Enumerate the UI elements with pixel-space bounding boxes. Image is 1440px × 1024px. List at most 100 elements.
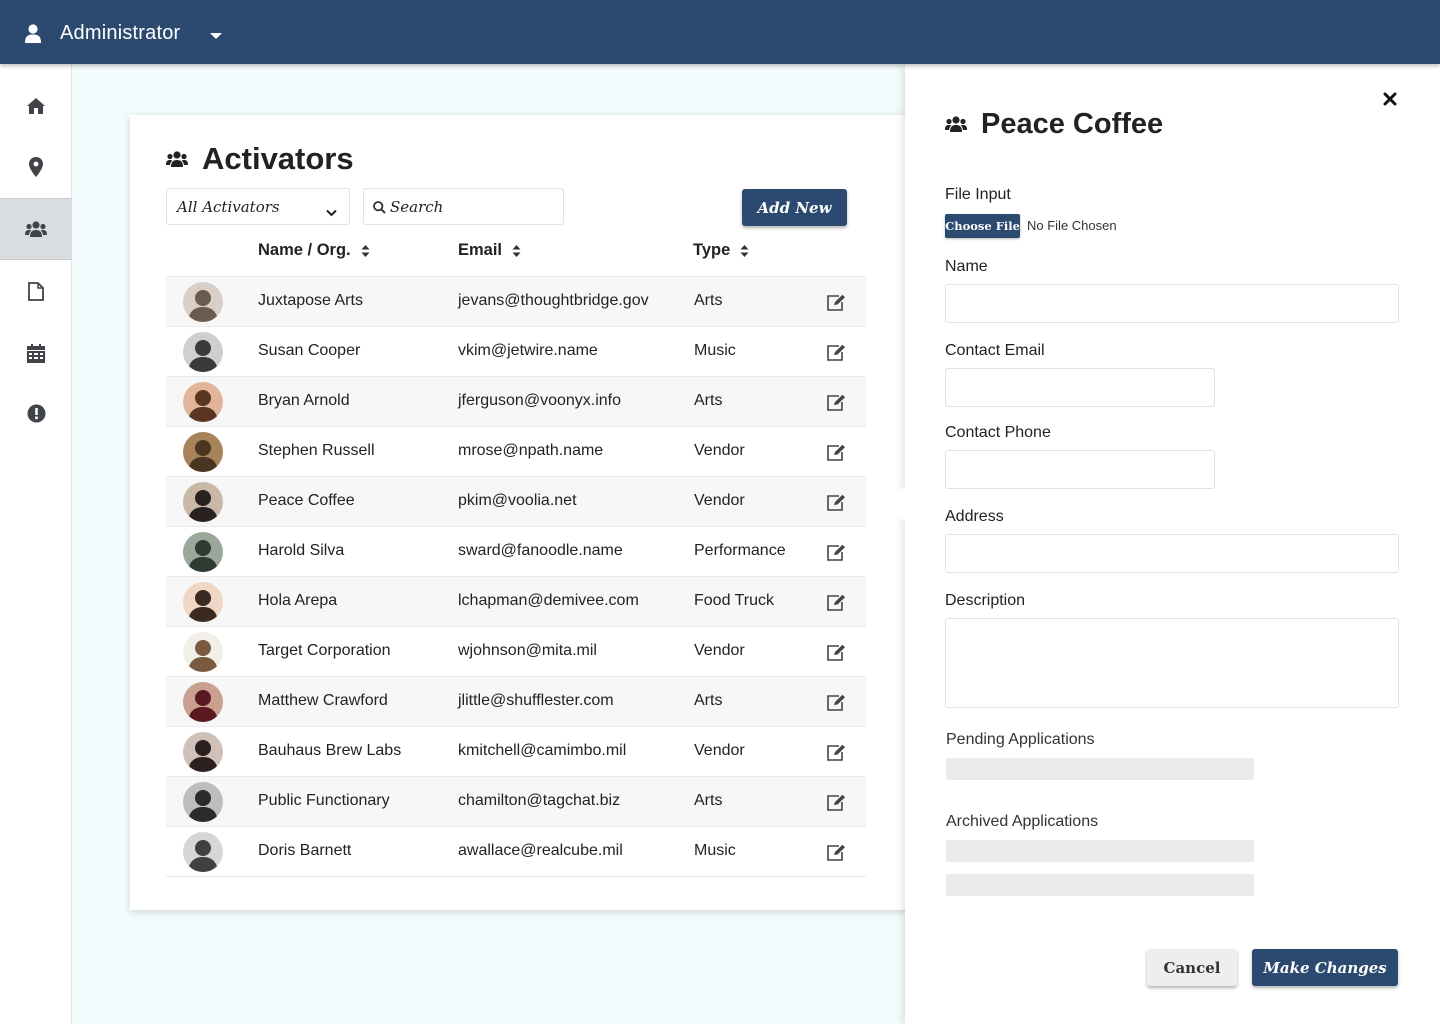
page-title-text: Activators: [202, 141, 354, 176]
address-field[interactable]: [945, 534, 1399, 573]
sidebar-item-alerts[interactable]: [0, 382, 72, 444]
page-title: Activators: [166, 141, 354, 177]
column-header-email[interactable]: Email: [458, 241, 521, 260]
activator-email: jlittle@shufflester.com: [458, 692, 614, 709]
pending-application-placeholder: [946, 758, 1254, 780]
activators-card: Activators All Activators Search Add New…: [130, 115, 930, 910]
table-row[interactable]: Juxtapose Arts jevans@thoughtbridge.gov Ar…: [166, 277, 866, 327]
close-icon[interactable]: [1383, 92, 1397, 111]
cancel-button[interactable]: Cancel: [1147, 949, 1237, 986]
activator-email: lchapman@demivee.com: [458, 592, 639, 609]
activator-email: mrose@npath.name: [458, 442, 604, 459]
file-status: No File Chosen: [1027, 218, 1117, 233]
avatar: [183, 532, 223, 572]
avatar: [183, 732, 223, 772]
table-row[interactable]: Doris Barnett awallace@realcube.mil Music: [166, 827, 866, 877]
search-input[interactable]: Search: [363, 188, 564, 225]
activator-email: sward@fanoodle.name: [458, 542, 623, 559]
table-row[interactable]: Hola Arepa lchapman@demivee.com Food Truck: [166, 577, 866, 627]
home-icon: [27, 98, 45, 114]
activator-filter-select[interactable]: All Activators: [166, 188, 350, 225]
sidebar-item-activators[interactable]: [0, 198, 72, 260]
activator-type: Vendor: [694, 442, 745, 459]
table-row[interactable]: Susan Cooper vkim@jetwire.name Music: [166, 327, 866, 377]
map-marker-icon: [29, 157, 43, 177]
table-row[interactable]: Bryan Arnold jferguson@voonyx.info Arts: [166, 377, 866, 427]
table-row[interactable]: Target Corporation wjohnson@mita.mil Vendo…: [166, 627, 866, 677]
user-icon: [24, 24, 42, 49]
archived-application-placeholder: [946, 840, 1254, 862]
make-changes-button[interactable]: Make Changes: [1252, 949, 1398, 986]
activator-type: Arts: [694, 292, 723, 309]
activator-name: Hola Arepa: [258, 592, 338, 609]
sidebar-item-home[interactable]: [0, 75, 72, 137]
file-icon: [28, 281, 44, 301]
avatar: [183, 782, 223, 822]
activator-type: Music: [694, 342, 736, 359]
table-row[interactable]: Public Functionary chamilton@tagchat.biz A…: [166, 777, 866, 827]
column-header-name[interactable]: Name / Org.: [258, 241, 370, 260]
search-icon: [373, 200, 386, 218]
activator-type: Music: [694, 842, 736, 859]
sort-icon: [512, 244, 521, 257]
activator-name: Bauhaus Brew Labs: [258, 742, 402, 759]
calendar-icon: [27, 343, 45, 363]
top-bar: Administrator: [0, 0, 1440, 64]
table-row[interactable]: Harold Silva sward@fanoodle.name Performan…: [166, 527, 866, 577]
table-row[interactable]: Bauhaus Brew Labs kmitchell@camimbo.mil Ve…: [166, 727, 866, 777]
activator-type: Vendor: [694, 492, 745, 509]
sort-icon: [740, 244, 749, 257]
edit-icon[interactable]: [826, 444, 846, 466]
users-icon: [166, 150, 188, 167]
activator-name: Target Corporation: [258, 642, 391, 659]
edit-icon[interactable]: [826, 294, 846, 316]
table-header: Name / Org. Email Type: [166, 233, 866, 277]
activator-name: Peace Coffee: [258, 492, 355, 509]
edit-icon[interactable]: [826, 394, 846, 416]
activator-email: jferguson@voonyx.info: [458, 392, 621, 409]
contact-email-label: Contact Email: [945, 342, 1045, 359]
file-input-label: File Input: [945, 186, 1011, 203]
description-label: Description: [945, 592, 1026, 609]
name-field[interactable]: [945, 284, 1399, 323]
edit-icon[interactable]: [826, 494, 846, 516]
table-row[interactable]: Matthew Crawford jlittle@shufflester.com A…: [166, 677, 866, 727]
caret-down-icon[interactable]: [210, 33, 222, 39]
contact-email-field[interactable]: [945, 368, 1215, 407]
edit-icon[interactable]: [826, 644, 846, 666]
activator-name: Juxtapose Arts: [258, 292, 363, 309]
name-label: Name: [945, 258, 988, 275]
chevron-down-icon: [326, 203, 337, 221]
edit-icon[interactable]: [826, 344, 846, 366]
pending-applications-label: Pending Applications: [946, 731, 1095, 748]
edit-icon[interactable]: [826, 794, 846, 816]
filter-value: All Activators: [177, 198, 280, 216]
activator-email: chamilton@tagchat.biz: [458, 792, 621, 809]
choose-file-button[interactable]: Choose File: [945, 214, 1020, 238]
avatar: [183, 832, 223, 872]
sidebar-item-calendar[interactable]: [0, 322, 72, 384]
archived-application-placeholder: [946, 874, 1254, 896]
description-field[interactable]: [945, 618, 1399, 708]
edit-icon[interactable]: [826, 744, 846, 766]
table-row[interactable]: Stephen Russell mrose@npath.name Vendor: [166, 427, 866, 477]
activator-type: Arts: [694, 692, 723, 709]
table-row[interactable]: Peace Coffee pkim@voolia.net Vendor: [166, 477, 866, 527]
edit-icon[interactable]: [826, 694, 846, 716]
activator-type: Arts: [694, 392, 723, 409]
sidebar-item-locations[interactable]: [0, 136, 72, 198]
search-placeholder: Search: [390, 198, 444, 216]
activator-name: Stephen Russell: [258, 442, 375, 459]
user-name[interactable]: Administrator: [60, 22, 180, 45]
avatar: [183, 432, 223, 472]
edit-icon[interactable]: [826, 844, 846, 866]
edit-icon[interactable]: [826, 544, 846, 566]
panel-title-text: Peace Coffee: [981, 108, 1164, 140]
address-label: Address: [945, 508, 1004, 525]
add-new-button[interactable]: Add New: [742, 189, 847, 226]
activator-name: Susan Cooper: [258, 342, 361, 359]
contact-phone-field[interactable]: [945, 450, 1215, 489]
edit-icon[interactable]: [826, 594, 846, 616]
sidebar-item-documents[interactable]: [0, 260, 72, 322]
column-header-type[interactable]: Type: [693, 241, 749, 260]
